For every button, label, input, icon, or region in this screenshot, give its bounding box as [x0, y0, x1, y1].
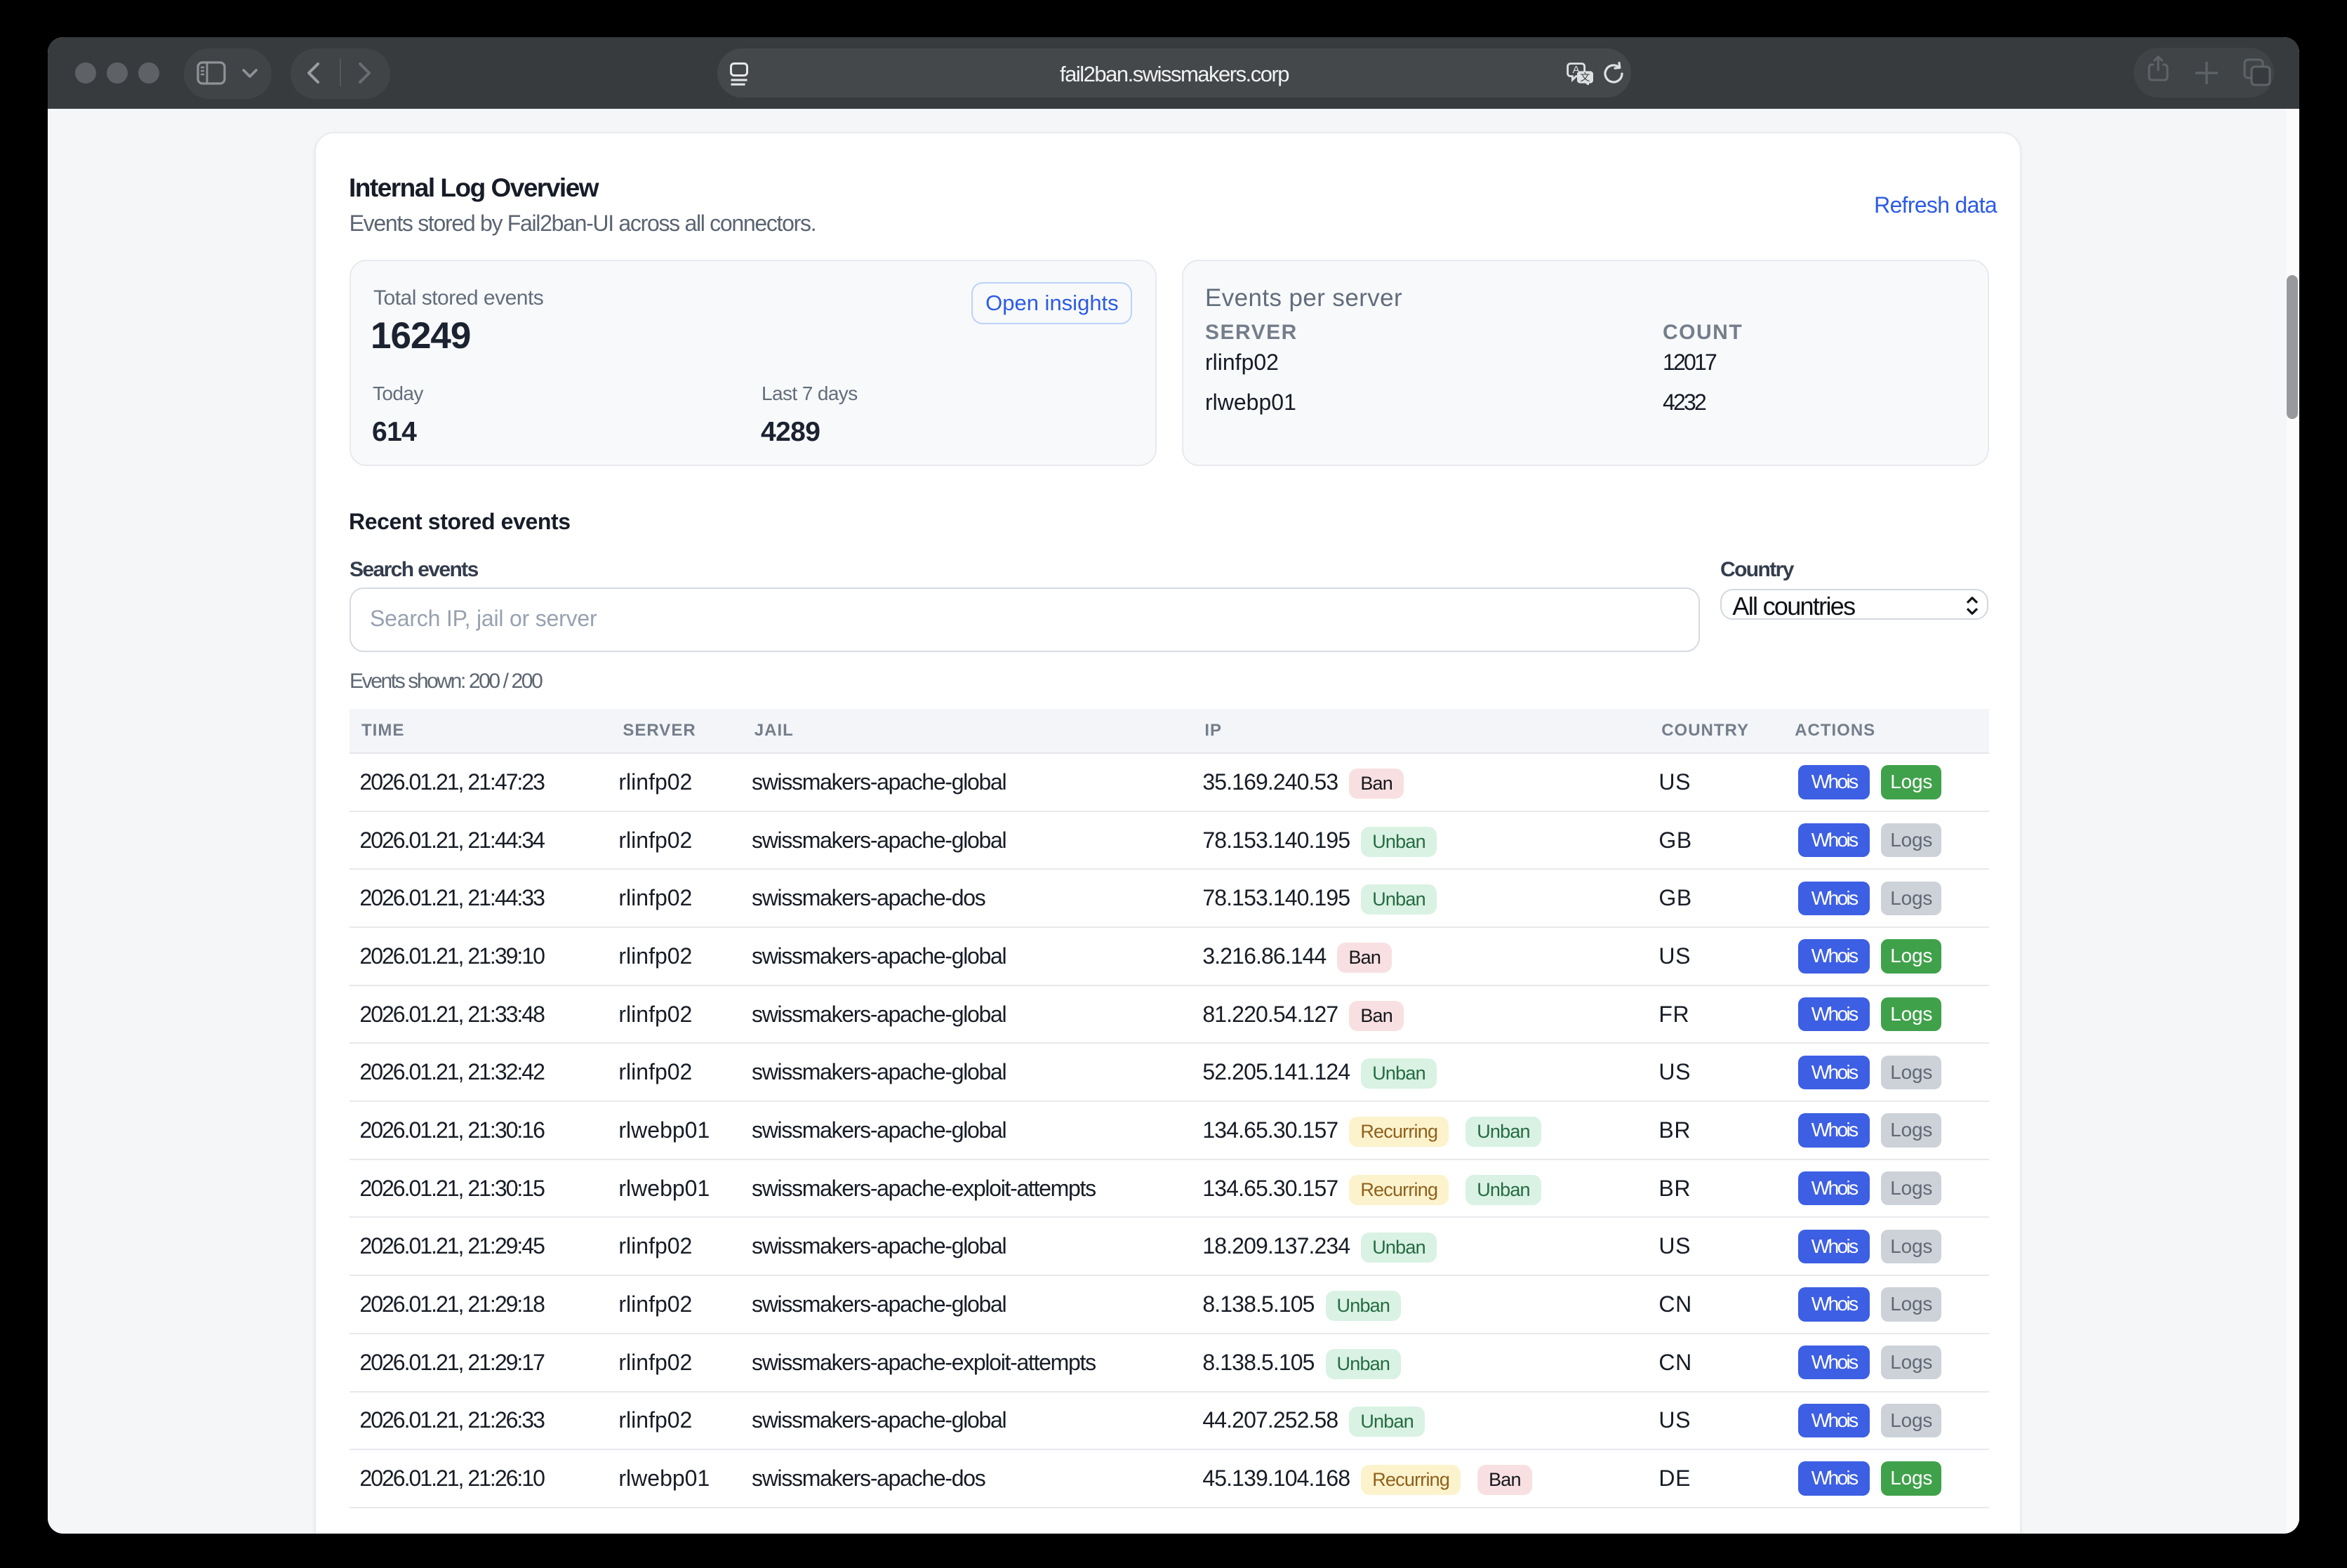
svg-text:文: 文 — [1580, 72, 1590, 83]
